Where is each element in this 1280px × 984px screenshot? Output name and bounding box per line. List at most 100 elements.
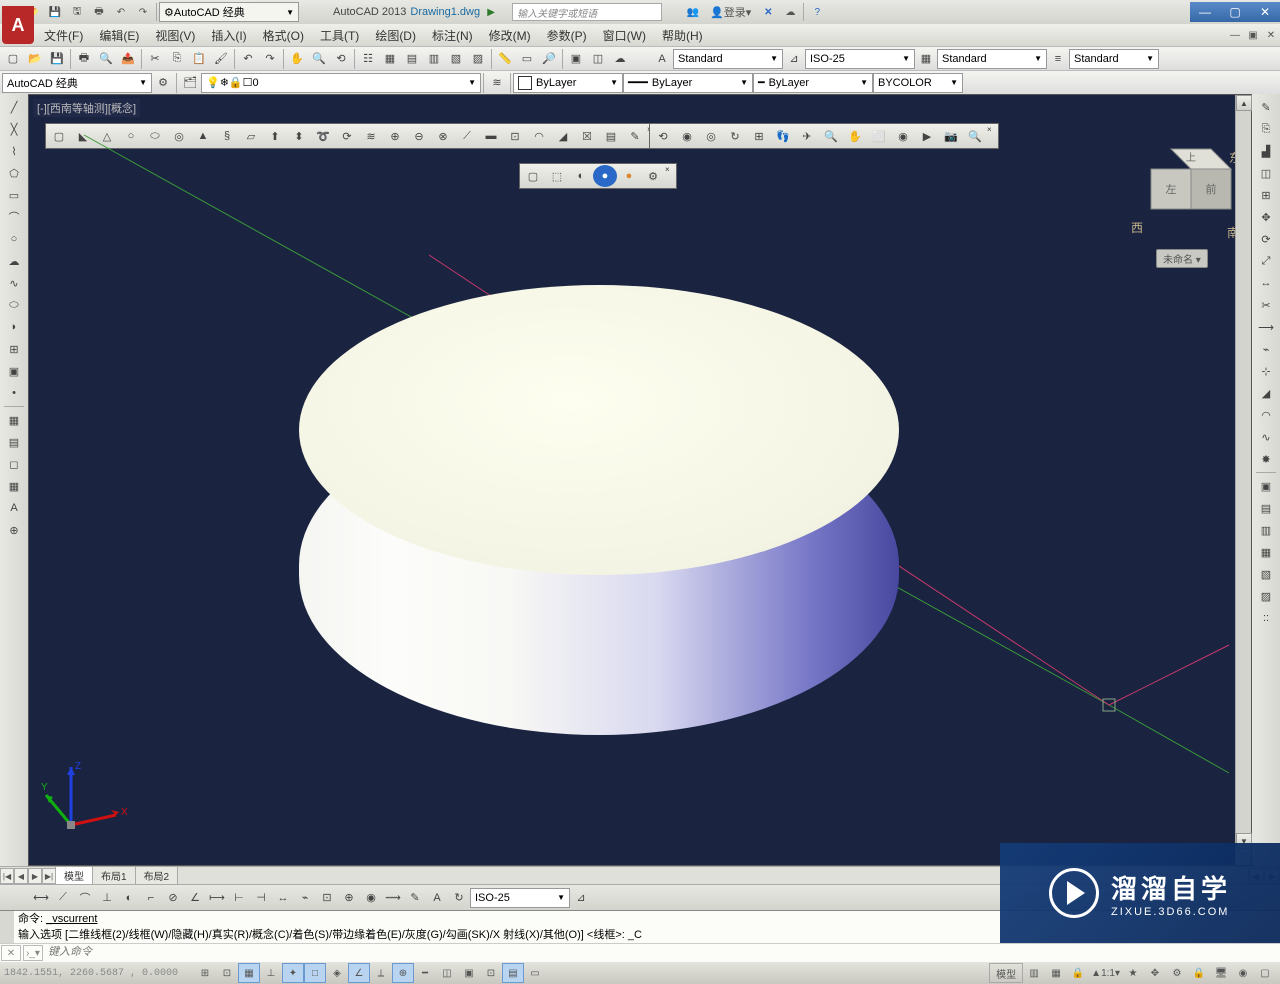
pan-btn[interactable]: ✋ [286, 48, 308, 70]
lookup-icon[interactable]: ▦ [1254, 541, 1278, 563]
tab-layout1[interactable]: 布局1 [92, 866, 136, 884]
planarsurf-icon[interactable]: ▱ [239, 125, 263, 147]
mtext-icon[interactable]: A [2, 497, 26, 519]
layermatch-btn[interactable]: ≋ [486, 72, 508, 94]
toolbar-close-icon[interactable]: × [665, 165, 675, 187]
sweep-icon[interactable]: ➰ [311, 125, 335, 147]
ellipse-icon[interactable]: ⬭ [2, 294, 26, 316]
param-icon[interactable]: ▨ [1254, 585, 1278, 607]
point-icon[interactable]: • [2, 382, 26, 404]
open-btn[interactable]: 📂 [24, 48, 46, 70]
fillet-icon[interactable]: ◠ [1254, 404, 1278, 426]
sc-icon[interactable]: ⊡ [480, 963, 502, 983]
dimarc-icon[interactable]: ⌒ [74, 887, 96, 909]
quickview-drawings-icon[interactable]: ▦ [1045, 963, 1067, 983]
dimrad-icon[interactable]: ◐ [118, 887, 140, 909]
infocenter-icon[interactable]: 👥 [683, 2, 703, 22]
cleanscreen-icon[interactable]: ▢ [1254, 963, 1276, 983]
torus-icon[interactable]: ◎ [167, 125, 191, 147]
osnap-icon[interactable]: □ [304, 963, 326, 983]
tab-prev-icon[interactable]: ◀ [14, 868, 28, 884]
dimspace-icon[interactable]: ↔ [272, 887, 294, 909]
preview-btn[interactable]: 🔍 [95, 48, 117, 70]
menu-help[interactable]: 帮助(H) [654, 27, 711, 44]
dimtedit-icon[interactable]: A [426, 887, 448, 909]
model-viewport[interactable]: [-][西南等轴测][概念] ▢ ◣ △ ○ ⬭ ◎ ▲ § ▱ ⬆ ⬍ ➰ ⟳… [28, 94, 1252, 866]
block-icon[interactable]: ▣ [2, 360, 26, 382]
tablet-icon[interactable]: ▭ [524, 963, 546, 983]
layer-dd[interactable]: 💡❄🔒☐ 0▼ [201, 73, 481, 93]
thicken-icon[interactable]: ▬ [479, 125, 503, 147]
search-input[interactable]: 输入关键字或短语 [512, 3, 662, 21]
wedge-icon[interactable]: ◣ [71, 125, 95, 147]
3dpan-icon[interactable]: ✋ [843, 125, 867, 147]
paste-btn[interactable]: 📋 [188, 48, 210, 70]
scale-label[interactable]: ▲1:1▾ [1091, 968, 1120, 979]
3dadjust-icon[interactable]: ⊞ [747, 125, 771, 147]
ws-switch-icon[interactable]: ⚙ [1166, 963, 1188, 983]
action-icon[interactable]: ▤ [1254, 497, 1278, 519]
block-btn[interactable]: ▣ [565, 48, 587, 70]
am-icon[interactable]: ▤ [502, 963, 524, 983]
redo-btn[interactable]: ↷ [259, 48, 281, 70]
line-icon[interactable]: ╱ [2, 96, 26, 118]
fillet3d-icon[interactable]: ◠ [527, 125, 551, 147]
toolbar-close-icon[interactable]: × [987, 125, 997, 147]
tablestyle-dd[interactable]: Standard▼ [937, 49, 1047, 69]
exchange-icon[interactable]: ✕ [758, 2, 778, 22]
menu-file[interactable]: 文件(F) [36, 27, 91, 44]
zoomprev-btn[interactable]: ⟲ [330, 48, 352, 70]
3dzoom-icon[interactable]: 🔍 [819, 125, 843, 147]
dimstyle-icon[interactable]: ⊿ [783, 48, 805, 70]
tools-btn[interactable]: ▤ [401, 48, 423, 70]
dyn-icon[interactable]: ⊕ [392, 963, 414, 983]
dimord-icon[interactable]: ⊥ [96, 887, 118, 909]
login-link[interactable]: 👤 登录 ▾ [710, 4, 751, 20]
workspace-dd2[interactable]: AutoCAD 经典▼ [2, 73, 152, 93]
gradient-icon[interactable]: ▤ [2, 431, 26, 453]
dimedit-icon[interactable]: ✎ [404, 887, 426, 909]
rect-icon[interactable]: ▭ [2, 184, 26, 206]
3dosnap-icon[interactable]: ◈ [326, 963, 348, 983]
dimbreak-icon[interactable]: ⌁ [294, 887, 316, 909]
chamfer3d-icon[interactable]: ◢ [551, 125, 575, 147]
subtract-icon[interactable]: ⊖ [407, 125, 431, 147]
max-button[interactable]: ▢ [1220, 2, 1250, 22]
dimjog-icon[interactable]: ⌐ [140, 887, 162, 909]
region-icon[interactable]: ◻ [2, 453, 26, 475]
ellipsearc-icon[interactable]: ◗ [2, 316, 26, 338]
3dfly-icon[interactable]: ✈ [795, 125, 819, 147]
solidedit-icon[interactable]: ✎ [623, 125, 647, 147]
annoauto-icon[interactable]: ✥ [1144, 963, 1166, 983]
quickview-layouts-icon[interactable]: ▥ [1023, 963, 1045, 983]
tablestyle-icon[interactable]: ▦ [915, 48, 937, 70]
insert-icon[interactable]: ⊞ [2, 338, 26, 360]
union-icon[interactable]: ⊕ [383, 125, 407, 147]
scroll-up-icon[interactable]: ▲ [1236, 95, 1252, 111]
trim-icon[interactable]: ✂ [1254, 294, 1278, 316]
3dwalk-icon[interactable]: 👣 [771, 125, 795, 147]
move-icon[interactable]: ✥ [1254, 206, 1278, 228]
showmotion-icon[interactable]: ▶ [915, 125, 939, 147]
arc-icon[interactable]: ⌒ [2, 206, 26, 228]
dimalign-icon[interactable]: ⟋ [52, 887, 74, 909]
dimang-icon[interactable]: ∠ [184, 887, 206, 909]
menu-view[interactable]: 视图(V) [147, 27, 203, 44]
dimupdate-icon[interactable]: ↻ [448, 887, 470, 909]
vs-hidden-icon[interactable]: ◐ [569, 165, 593, 187]
menu-modify[interactable]: 修改(M) [481, 27, 539, 44]
doc-close[interactable]: ✕ [1262, 27, 1280, 43]
loft-icon[interactable]: ≋ [359, 125, 383, 147]
lwt-icon[interactable]: ━ [414, 963, 436, 983]
copy-btn[interactable]: ⎘ [166, 48, 188, 70]
helix-icon[interactable]: § [215, 125, 239, 147]
block-authoring-icon[interactable]: ▣ [1254, 475, 1278, 497]
vs-2dwire-icon[interactable]: ▢ [521, 165, 545, 187]
polygon-icon[interactable]: ⬠ [2, 162, 26, 184]
join-icon[interactable]: ⊹ [1254, 360, 1278, 382]
tab-model[interactable]: 模型 [55, 866, 93, 884]
vs-conceptual-icon[interactable]: ● [617, 165, 641, 187]
ortho-icon[interactable]: ⊥ [260, 963, 282, 983]
linetype-dd[interactable]: ━━━ ByLayer▼ [623, 73, 753, 93]
xline-icon[interactable]: ╳ [2, 118, 26, 140]
